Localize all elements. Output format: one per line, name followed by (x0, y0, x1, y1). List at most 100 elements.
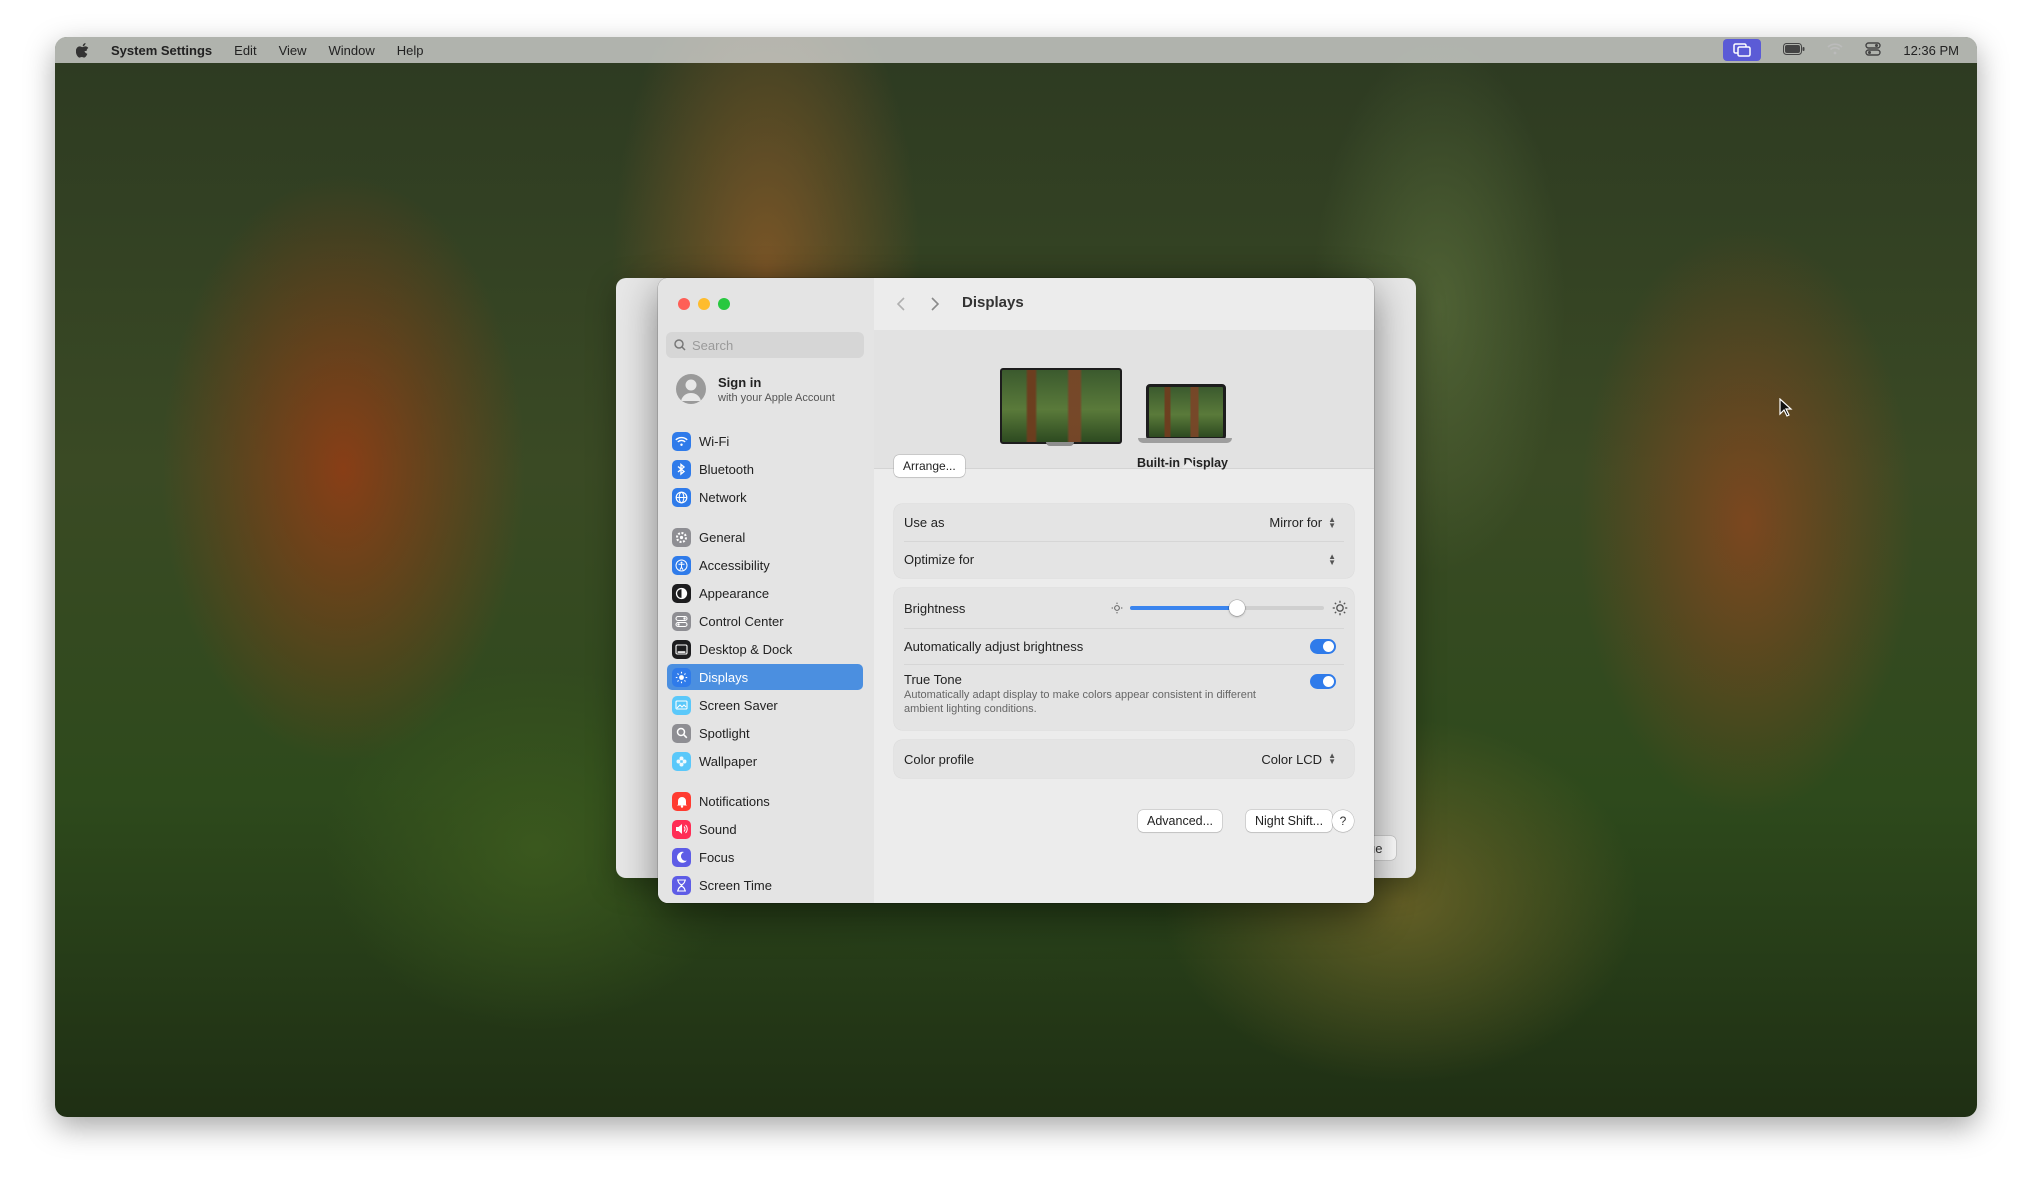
external-display-thumbnail[interactable] (1000, 368, 1122, 444)
sidebar-item-label: Network (699, 489, 747, 505)
optimize-for-row: Optimize for ▲ ▼ (904, 541, 1344, 578)
search-icon (674, 339, 686, 351)
screen-saver-icon (672, 695, 691, 715)
sidebar-item-bluetooth[interactable]: Bluetooth (667, 456, 863, 482)
updown-chevron-icon: ▲ ▼ (1328, 751, 1336, 766)
sidebar-item-label: Appearance (699, 585, 770, 601)
true-tone-description-line1: Automatically adapt display to make colo… (904, 689, 1256, 701)
sidebar-item-screen-saver[interactable]: Screen Saver (667, 692, 863, 718)
true-tone-description-line2: ambient lighting conditions. (904, 703, 1037, 715)
updown-chevron-icon: ▲ ▼ (1328, 551, 1336, 567)
sidebar-item-label: Wi-Fi (699, 433, 730, 449)
color-profile-popup[interactable]: Color LCD ▲ ▼ (1261, 752, 1336, 767)
forward-chevron-icon[interactable] (930, 296, 940, 317)
hourglass-icon (672, 875, 691, 895)
close-button[interactable] (678, 298, 690, 310)
builtin-display-thumbnail[interactable] (1146, 384, 1226, 440)
sidebar-item-desktop-dock[interactable]: Desktop & Dock (667, 636, 863, 662)
gear-icon (672, 527, 691, 547)
sidebar-item-label: Control Center (699, 613, 784, 629)
menu-bar: System Settings Edit View Window Help 12… (55, 37, 1977, 63)
sidebar-item-focus[interactable]: Focus (667, 844, 863, 870)
sidebar-item-label: Focus (699, 849, 735, 865)
battery-icon[interactable] (1783, 42, 1805, 58)
night-shift-button[interactable]: Night Shift... (1246, 810, 1333, 832)
appearance-icon (672, 583, 691, 603)
back-chevron-icon[interactable] (896, 296, 906, 317)
menu-view[interactable]: View (279, 43, 307, 58)
sidebar-item-network[interactable]: Network (667, 484, 863, 510)
window-controls (678, 298, 730, 310)
true-tone-toggle[interactable] (1310, 674, 1336, 689)
account-title: Sign in (718, 374, 762, 390)
menu-app-name[interactable]: System Settings (111, 43, 212, 58)
brightness-slider-fill (1130, 606, 1237, 610)
sun-large-icon (1332, 600, 1348, 619)
sidebar: Search Sign in with your Apple Account W… (658, 278, 875, 903)
auto-brightness-toggle[interactable] (1310, 638, 1336, 654)
help-button[interactable]: ? (1332, 810, 1354, 832)
account-subtitle: with your Apple Account (718, 391, 835, 404)
menu-window[interactable]: Window (329, 43, 375, 58)
sidebar-item-label: Notifications (699, 793, 770, 809)
use-as-popup[interactable]: Mirror for ▲ ▼ (1269, 515, 1336, 530)
sidebar-item-label: Sound (699, 821, 737, 837)
external-display-stand (1046, 442, 1074, 446)
apple-menu-icon[interactable] (75, 42, 89, 58)
sidebar-item-label: Bluetooth (699, 461, 754, 477)
selection-caret (1182, 460, 1196, 468)
sidebar-item-control-center[interactable]: Control Center (667, 608, 863, 634)
true-tone-row: True Tone Automatically adapt display to… (904, 664, 1344, 730)
sun-icon (672, 667, 691, 687)
sidebar-item-label: Screen Time (699, 877, 772, 893)
minimize-button[interactable] (698, 298, 710, 310)
sidebar-item-displays[interactable]: Displays (667, 664, 863, 690)
control-center-icon (672, 611, 691, 631)
sidebar-item-spotlight[interactable]: Spotlight (667, 720, 863, 746)
brightness-slider[interactable] (1130, 600, 1324, 616)
auto-brightness-label: Automatically adjust brightness (904, 638, 1084, 654)
brightness-slider-knob[interactable] (1228, 600, 1245, 616)
sidebar-item-accessibility[interactable]: Accessibility (667, 552, 863, 578)
optimize-for-popup[interactable]: ▲ ▼ (1322, 551, 1336, 567)
dock-icon (672, 639, 691, 659)
zoom-button[interactable] (718, 298, 730, 310)
brightness-group: Brightness Automatically adjust brightne… (894, 588, 1354, 730)
menu-clock[interactable]: 12:36 PM (1903, 43, 1959, 58)
control-center-status-icon[interactable] (1865, 41, 1882, 59)
flower-icon (672, 751, 691, 771)
advanced-button[interactable]: Advanced... (1138, 810, 1223, 832)
apple-account-signin[interactable]: Sign in with your Apple Account (676, 374, 835, 404)
sidebar-item-screen-time[interactable]: Screen Time (667, 872, 863, 898)
wifi-status-icon[interactable] (1827, 42, 1843, 58)
color-profile-group: Color profile Color LCD ▲ ▼ (894, 740, 1354, 778)
use-as-value: Mirror for (1269, 515, 1323, 530)
sidebar-item-label: Spotlight (699, 725, 750, 741)
menu-help[interactable]: Help (397, 43, 424, 58)
display-mode-group: Use as Mirror for ▲ ▼ Optimize for ▲ ▼ (894, 504, 1354, 578)
wifi-icon (672, 431, 691, 451)
search-field[interactable]: Search (666, 332, 864, 358)
menu-edit[interactable]: Edit (234, 43, 256, 58)
true-tone-label: True Tone (904, 672, 962, 687)
sun-small-icon (1110, 601, 1124, 618)
system-settings-window: Search Sign in with your Apple Account W… (658, 278, 1374, 903)
displays-pane: Displays Arrange... Built-in Display Use… (874, 278, 1374, 903)
sidebar-item-wifi[interactable]: Wi-Fi (667, 428, 863, 454)
globe-icon (672, 487, 691, 507)
accessibility-icon (672, 555, 691, 575)
optimize-for-label: Optimize for (904, 552, 975, 567)
display-arrangement (874, 330, 1374, 469)
sidebar-item-label: Screen Saver (699, 697, 778, 713)
laptop-base (1138, 438, 1232, 443)
toolbar: Displays (874, 278, 1374, 330)
use-as-label: Use as (904, 515, 945, 530)
screen-mirroring-icon[interactable] (1723, 39, 1762, 61)
moon-icon (672, 847, 691, 867)
sidebar-item-notifications[interactable]: Notifications (667, 788, 863, 814)
sidebar-item-appearance[interactable]: Appearance (667, 580, 863, 606)
sidebar-item-sound[interactable]: Sound (667, 816, 863, 842)
sidebar-item-general[interactable]: General (667, 524, 863, 550)
sidebar-item-wallpaper[interactable]: Wallpaper (667, 748, 863, 774)
arrange-button[interactable]: Arrange... (894, 455, 965, 477)
